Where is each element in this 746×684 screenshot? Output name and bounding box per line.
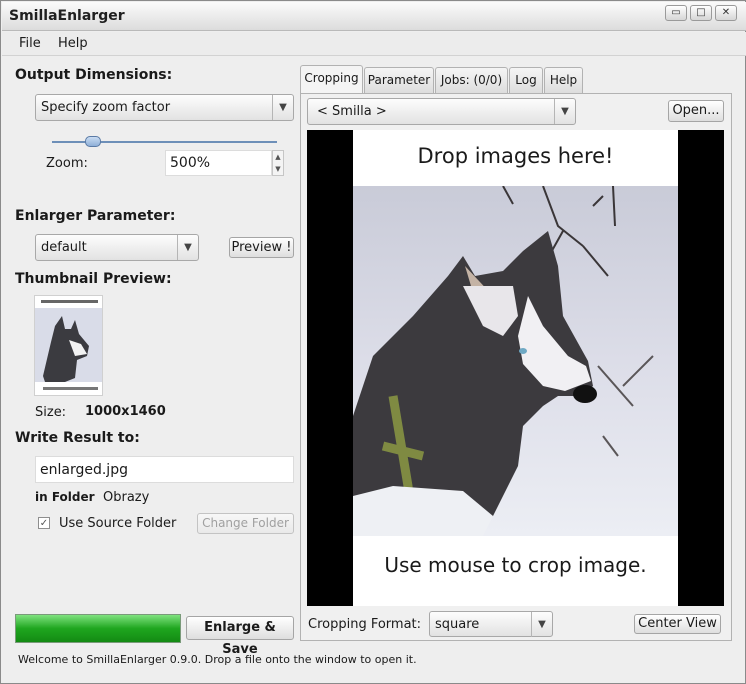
- change-folder-button[interactable]: Change Folder: [197, 513, 294, 534]
- chevron-down-icon: ▼: [177, 235, 198, 260]
- preset-value: default: [41, 240, 87, 255]
- tab-log[interactable]: Log: [509, 67, 543, 94]
- cropping-format-select[interactable]: square ▼: [429, 611, 553, 637]
- output-filename-input[interactable]: enlarged.jpg: [35, 456, 294, 483]
- open-button[interactable]: Open...: [668, 100, 724, 122]
- crop-hint-text: Use mouse to crop image.: [384, 553, 647, 577]
- size-value: 1000x1460: [85, 404, 166, 419]
- progress-fill: [16, 615, 180, 642]
- progress-bar: [15, 614, 181, 643]
- thumbnail-image: [34, 295, 103, 396]
- size-label: Size:: [35, 405, 67, 420]
- image-source-select[interactable]: < Smilla > ▼: [307, 98, 576, 125]
- minimize-button[interactable]: ▭: [665, 5, 687, 21]
- menu-bar: File Help: [2, 32, 746, 56]
- thumbnail-preview-heading: Thumbnail Preview:: [15, 271, 172, 287]
- chevron-down-icon: ▼: [554, 99, 575, 124]
- window-title: SmillaEnlarger: [9, 8, 125, 24]
- tab-jobs[interactable]: Jobs: (0/0): [435, 67, 508, 94]
- tab-cropping[interactable]: Cropping: [300, 65, 363, 94]
- tab-help[interactable]: Help: [544, 67, 583, 94]
- stepper-up-icon[interactable]: ▲: [273, 151, 283, 163]
- in-folder-label: in Folder: [35, 490, 95, 504]
- zoom-label: Zoom:: [46, 156, 88, 171]
- use-source-folder-checkbox[interactable]: ✓: [38, 517, 50, 529]
- zoom-mode-value: Specify zoom factor: [41, 100, 171, 115]
- folder-value: Obrazy: [103, 490, 150, 505]
- center-view-button[interactable]: Center View: [634, 614, 721, 634]
- preset-select[interactable]: default ▼: [35, 234, 199, 261]
- maximize-button[interactable]: □: [690, 5, 712, 21]
- cropping-format-value: square: [435, 617, 480, 632]
- menu-help[interactable]: Help: [58, 36, 88, 51]
- preview-button[interactable]: Preview !: [229, 237, 294, 258]
- husky-photo: [353, 186, 678, 536]
- enlarge-save-button[interactable]: Enlarge & Save: [186, 616, 294, 657]
- close-button[interactable]: ✕: [715, 5, 737, 21]
- stepper-down-icon[interactable]: ▼: [273, 163, 283, 175]
- zoom-mode-select[interactable]: Specify zoom factor ▼: [35, 94, 294, 121]
- write-result-heading: Write Result to:: [15, 430, 140, 446]
- image-source-value: < Smilla >: [317, 104, 387, 119]
- zoom-slider-handle[interactable]: [84, 136, 101, 147]
- output-dimensions-heading: Output Dimensions:: [15, 67, 173, 83]
- title-bar[interactable]: SmillaEnlarger ▭ □ ✕: [2, 2, 746, 31]
- tab-parameter[interactable]: Parameter: [364, 67, 434, 94]
- cropping-format-label: Cropping Format:: [308, 617, 422, 632]
- menu-file[interactable]: File: [19, 36, 41, 51]
- chevron-down-icon: ▼: [531, 612, 552, 637]
- use-source-folder-label: Use Source Folder: [59, 516, 177, 531]
- zoom-stepper[interactable]: ▲ ▼: [272, 150, 284, 176]
- enlarger-parameter-heading: Enlarger Parameter:: [15, 208, 176, 224]
- status-bar-text: Welcome to SmillaEnlarger 0.9.0. Drop a …: [18, 653, 417, 666]
- zoom-input[interactable]: 500%: [165, 150, 272, 176]
- drop-images-text: Drop images here!: [417, 144, 614, 168]
- chevron-down-icon: ▼: [272, 95, 293, 120]
